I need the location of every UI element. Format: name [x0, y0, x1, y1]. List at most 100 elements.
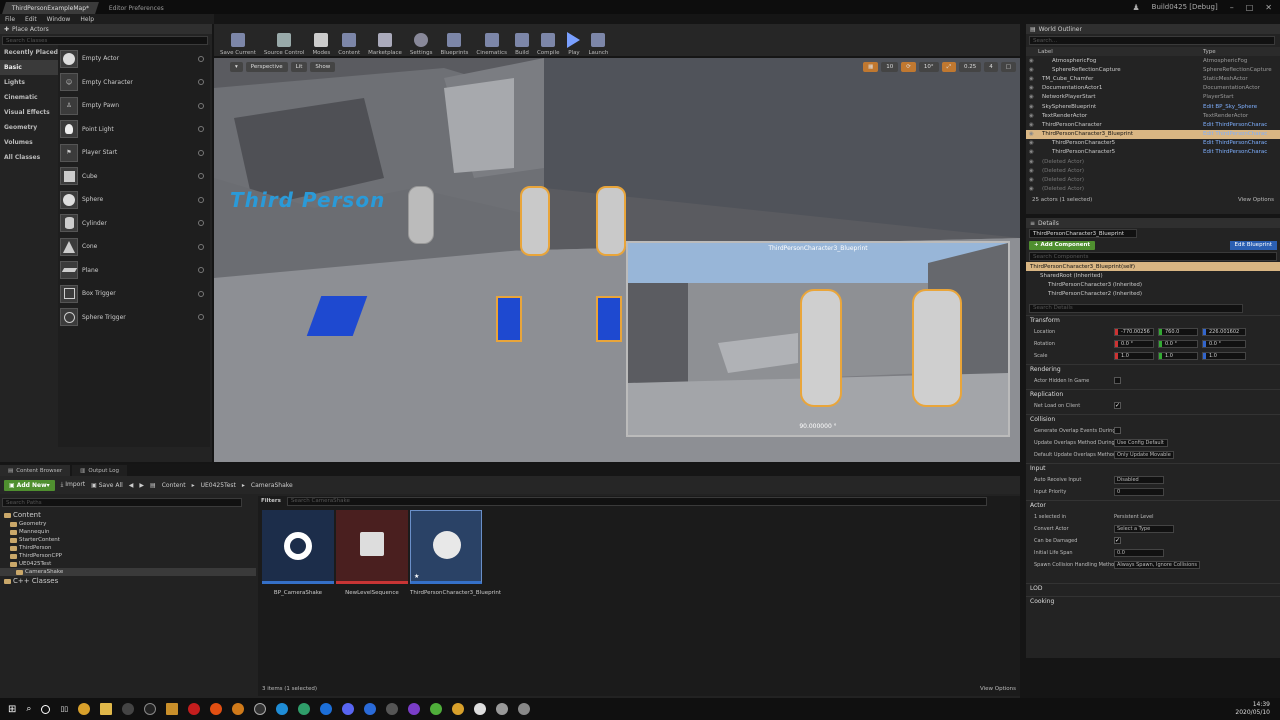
back-button[interactable]: ◀ [129, 482, 134, 489]
actor-cube[interactable]: Cube [58, 165, 210, 189]
outliner-row-type[interactable]: Edit BP_Sky_Sphere [1203, 104, 1257, 110]
folder-tree-item[interactable]: ThirdPerson [0, 544, 256, 552]
visibility-eye-icon[interactable]: ◉ [1029, 159, 1034, 165]
add-new-button[interactable]: ▣ Add New ▾ [4, 479, 55, 491]
outliner-row[interactable]: ◉ (Deleted Actor) [1026, 166, 1280, 175]
maximize-button[interactable]: □ [1246, 3, 1254, 12]
app-icon[interactable] [232, 703, 245, 715]
location-y[interactable]: 760.0 [1158, 327, 1198, 336]
selected-character[interactable] [596, 186, 626, 256]
save-current-button[interactable]: Save Current [216, 26, 260, 56]
section-lod[interactable]: LOD [1026, 582, 1280, 594]
category-all-classes[interactable]: All Classes [0, 150, 58, 165]
discord-icon[interactable] [342, 703, 355, 715]
snap-scale-value[interactable]: 0.25 [959, 62, 982, 72]
compile-button[interactable]: Compile [533, 26, 564, 56]
edit-blueprint-button[interactable]: Edit Blueprint [1229, 240, 1277, 250]
camera-actor[interactable] [596, 296, 622, 342]
outliner-row[interactable]: ◉ ThirdPersonCharacter3_Blueprint Edit Thi… [1026, 129, 1280, 139]
visibility-eye-icon[interactable]: ◉ [1029, 94, 1034, 100]
blueprints-button[interactable]: Blueprints [436, 26, 472, 56]
outliner-row[interactable]: ◉ ThirdPersonCharacter5 Edit ThirdPersonCh… [1026, 139, 1280, 148]
actor-hidden-checkbox[interactable] [1114, 377, 1121, 385]
app-icon[interactable] [166, 703, 179, 715]
info-icon[interactable] [198, 220, 204, 227]
visibility-eye-icon[interactable]: ◉ [1029, 140, 1034, 146]
app-icon[interactable] [364, 703, 377, 715]
rotation-z[interactable]: 0.0 ° [1202, 339, 1246, 348]
search-classes-input[interactable]: Search Classes [2, 36, 208, 45]
outliner-view-options[interactable]: View Options [1238, 197, 1274, 203]
folder-tree-item[interactable]: C++ Classes [0, 576, 256, 586]
tab-output-log[interactable]: ▥ Output Log [72, 465, 128, 476]
folder-tree-item[interactable]: Mannequin [0, 528, 256, 536]
unreal-engine-icon[interactable] [474, 703, 487, 715]
menu-edit[interactable]: Edit [25, 16, 37, 23]
breadcrumb-ue0425test[interactable]: UE0425Test [201, 482, 236, 489]
filters-button[interactable]: Filters [261, 498, 281, 504]
scale-x[interactable]: 1.0 [1114, 351, 1154, 360]
actor-cone[interactable]: Cone [58, 235, 210, 259]
info-icon[interactable] [198, 126, 204, 133]
section-rendering[interactable]: Rendering [1026, 363, 1280, 375]
asset-new-level-sequence[interactable] [336, 510, 408, 584]
visibility-eye-icon[interactable]: ◉ [1029, 76, 1034, 82]
lit-button[interactable]: Lit [290, 62, 308, 72]
clock[interactable]: 14:39 2020/05/10 [1235, 701, 1270, 717]
app-icon[interactable] [386, 703, 399, 715]
visual-studio-icon[interactable] [408, 703, 421, 715]
search-icon[interactable]: ⌕ [26, 704, 31, 714]
outliner-row[interactable]: ◉ DocumentationActor1 DocumentationActor [1026, 84, 1280, 93]
search-paths-input[interactable]: Search Paths [2, 498, 242, 507]
app-icon[interactable] [298, 703, 311, 715]
category-geometry[interactable]: Geometry [0, 120, 58, 135]
visibility-eye-icon[interactable]: ◉ [1029, 67, 1034, 73]
show-button[interactable]: Show [310, 62, 336, 72]
app-icon[interactable] [144, 703, 157, 715]
search-components-input[interactable]: Search Components [1029, 252, 1277, 261]
outliner-row[interactable]: ◉ SkySphereBlueprint Edit BP_Sky_Sphere [1026, 102, 1280, 111]
snap-location-value[interactable]: 10 [881, 62, 899, 72]
outliner-row[interactable]: ◉ SphereReflectionCapture SphereReflection… [1026, 65, 1280, 74]
outliner-row[interactable]: ◉ AtmosphericFog AtmosphericFog [1026, 56, 1280, 65]
rotation-y[interactable]: 0.0 ° [1158, 339, 1198, 348]
viewport-menu-button[interactable]: ▾ [230, 62, 243, 72]
folder-tree-item[interactable]: ThirdPersonCPP [0, 552, 256, 560]
info-icon[interactable] [198, 102, 204, 109]
component-shared-root[interactable]: SharedRoot (Inherited) [1026, 271, 1280, 280]
gen-overlap-checkbox[interactable] [1114, 427, 1121, 435]
actor-point-light[interactable]: Point Light [58, 118, 210, 142]
info-icon[interactable] [198, 196, 204, 203]
spawn-collision-select[interactable]: Always Spawn, Ignore Collisions [1114, 560, 1200, 569]
outliner-row[interactable]: ◉ (Deleted Actor) [1026, 175, 1280, 184]
info-icon[interactable] [198, 149, 204, 156]
menu-help[interactable]: Help [80, 16, 94, 23]
section-cooking[interactable]: Cooking [1026, 595, 1280, 607]
outliner-row[interactable]: ◉ ThirdPersonCharacter5 Edit ThirdPersonCh… [1026, 148, 1280, 157]
search-asset-input[interactable]: Search CameraShake [286, 496, 987, 506]
camera-actor[interactable] [496, 296, 522, 342]
asset-view-options[interactable]: View Options [980, 686, 1016, 692]
outliner-row[interactable]: ◉ (Deleted Actor) [1026, 185, 1280, 194]
scale-y[interactable]: 1.0 [1158, 351, 1198, 360]
breadcrumb-camerashake[interactable]: CameraShake [251, 482, 293, 489]
task-view-icon[interactable]: ▯▯ [60, 705, 68, 713]
section-actor[interactable]: Actor [1026, 499, 1280, 511]
can-be-damaged-checkbox[interactable]: ✓ [1114, 537, 1121, 545]
save-all-button[interactable]: ▣ Save All [91, 482, 123, 489]
column-type[interactable]: Type [1203, 49, 1216, 55]
info-icon[interactable] [198, 173, 204, 180]
default-method-select[interactable]: Only Update Movable [1114, 450, 1174, 459]
visibility-eye-icon[interactable]: ◉ [1029, 168, 1034, 174]
actor-sphere[interactable]: Sphere [58, 188, 210, 212]
player-character[interactable] [408, 186, 434, 244]
app-icon[interactable] [430, 703, 443, 715]
chrome-icon[interactable] [78, 703, 91, 715]
cinematics-button[interactable]: Cinematics [472, 26, 511, 56]
level-viewport[interactable]: Third Person ▾ Perspective Lit Show ▦ 10… [214, 58, 1020, 462]
explorer-icon[interactable] [100, 703, 113, 715]
menu-file[interactable]: File [5, 16, 15, 23]
info-icon[interactable] [198, 243, 204, 250]
actor-sphere-trigger[interactable]: Sphere Trigger [58, 306, 210, 330]
info-icon[interactable] [198, 267, 204, 274]
